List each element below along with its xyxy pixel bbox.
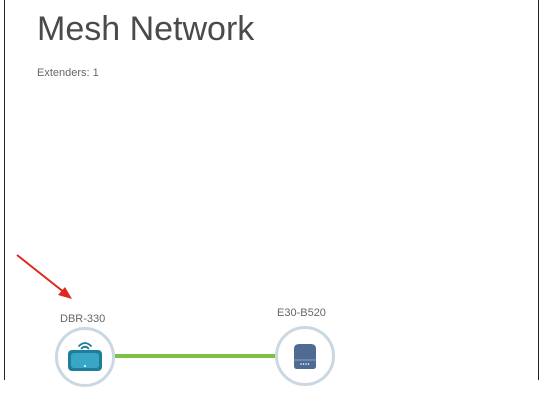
mesh-link-line — [115, 354, 277, 358]
extender-icon — [294, 344, 316, 369]
left-frame-border — [4, 0, 5, 380]
annotation-arrow-icon — [16, 254, 72, 299]
right-frame-border — [538, 0, 539, 380]
router-label: DBR-330 — [60, 313, 106, 325]
extenders-count: Extenders: 1 — [37, 67, 99, 79]
router-icon — [68, 342, 102, 371]
extender-label: E30-B520 — [277, 307, 326, 319]
page-title: Mesh Network — [37, 10, 255, 48]
extender-node[interactable] — [275, 326, 335, 386]
router-node[interactable] — [55, 327, 115, 387]
